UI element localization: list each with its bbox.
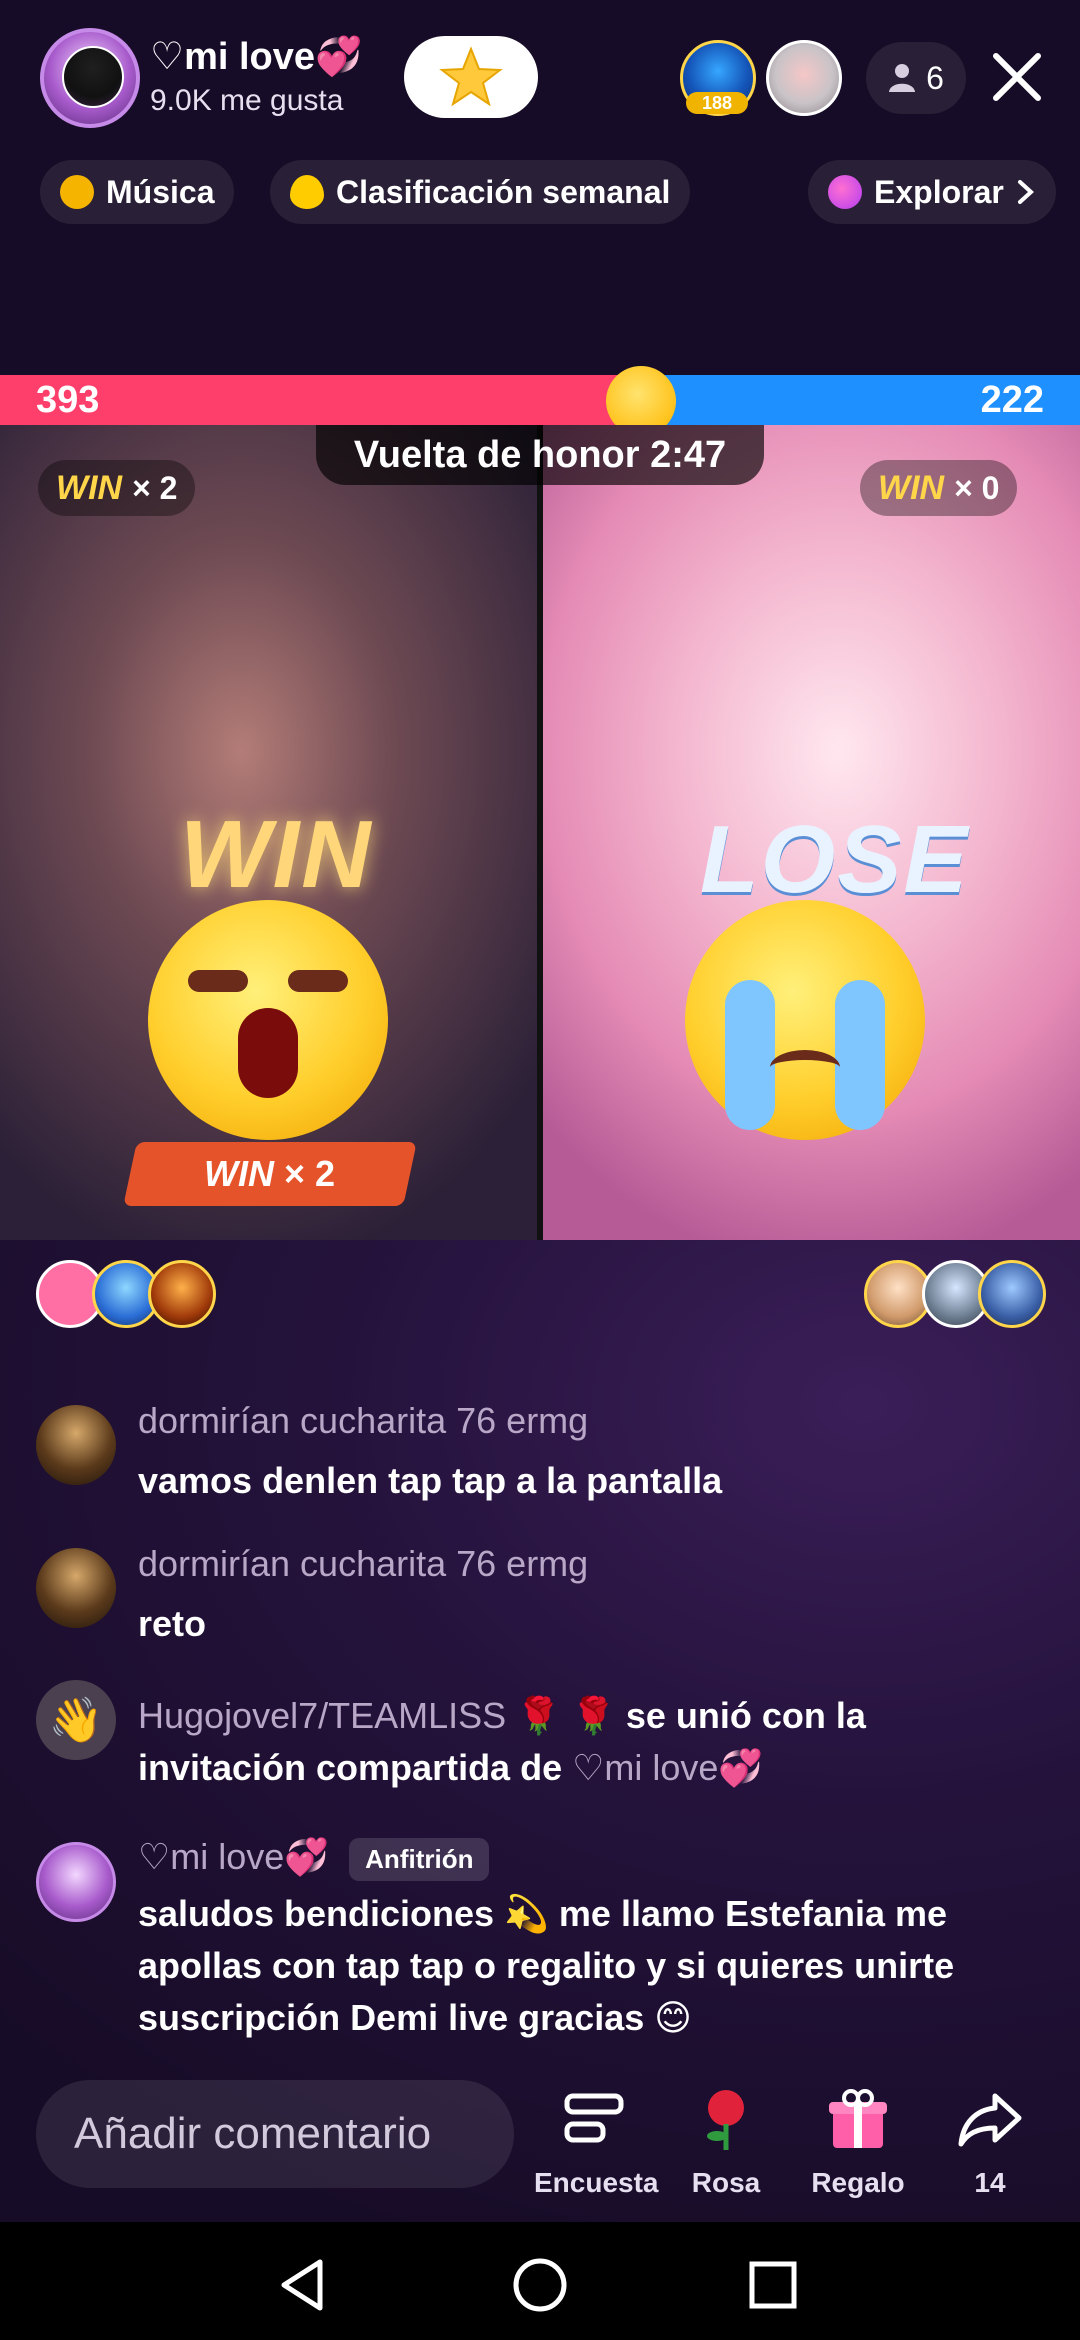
host-likes: 9.0K me gusta (150, 84, 344, 117)
chat-username[interactable]: dormirían cucharita 76 ermg (138, 1543, 588, 1585)
nav-home-button[interactable] (505, 2250, 575, 2320)
host-name[interactable]: ♡mi love💞 (150, 34, 362, 79)
rose-label: Rosa (691, 2167, 761, 2198)
music-pill[interactable]: Música (40, 160, 235, 224)
viewer-count: 6 (926, 59, 944, 96)
back-triangle-icon (281, 2259, 323, 2311)
poll-label: Encuesta (534, 2167, 659, 2198)
chat-avatar[interactable] (36, 1842, 116, 1922)
viewer-count-button[interactable]: 6 (866, 42, 966, 114)
right-win-counter: WIN × 0 (860, 460, 1018, 516)
nav-back-button[interactable] (272, 2250, 342, 2320)
win-streak-banner: WIN × 2 (123, 1142, 417, 1206)
gift-label: Regalo (811, 2167, 905, 2198)
chat-join-message: Hugojovel7/TEAMLISS 🌹 🌹 se unió con la i… (138, 1690, 1038, 1794)
chat-message: reto (138, 1603, 207, 1644)
top-viewer-avatar-2[interactable] (766, 40, 842, 116)
left-win-counter: WIN × 2 (38, 460, 196, 516)
surprised-emoji-icon (148, 900, 388, 1140)
star-icon (439, 46, 503, 107)
panel-divider (537, 425, 543, 1240)
explore-label: Explorar (874, 173, 1004, 210)
chat-avatar[interactable] (36, 1548, 116, 1628)
chat-username[interactable]: Hugojovel7/TEAMLISS 🌹 🌹 (138, 1695, 616, 1736)
right-supporter-avatar-3[interactable] (978, 1260, 1046, 1328)
chat-username[interactable]: dormirían cucharita 76 ermg (138, 1400, 588, 1442)
left-score: 393 (36, 379, 100, 421)
host-avatar[interactable] (40, 28, 140, 128)
follow-star-button[interactable] (404, 36, 538, 118)
chat-host-header: ♡mi love💞 Anfitrión (138, 1836, 490, 1881)
share-icon (958, 2093, 1022, 2147)
weekly-ranking-pill[interactable]: Clasificación semanal (270, 160, 691, 224)
chat-avatar[interactable] (36, 1405, 116, 1485)
rose-icon (707, 2090, 744, 2150)
chat-username[interactable]: ♡mi love💞 (138, 1836, 329, 1877)
right-win-count: × 0 (954, 469, 1000, 506)
music-icon (60, 175, 94, 209)
comment-input[interactable]: Añadir comentario (36, 2080, 514, 2188)
share-count: 14 (974, 2167, 1006, 2198)
home-circle-icon (513, 2258, 567, 2312)
close-icon (993, 53, 1041, 101)
crying-emoji-icon (685, 900, 925, 1140)
right-result-text: LOSE (700, 806, 970, 913)
planet-icon (828, 175, 862, 209)
recents-square-icon (749, 2261, 797, 2309)
gift-icon (829, 2089, 887, 2148)
win-streak-count: × 2 (284, 1153, 336, 1194)
chevron-right-icon (1017, 180, 1034, 204)
left-win-label: WIN (56, 468, 123, 507)
left-win-count: × 2 (132, 469, 178, 506)
music-label: Música (106, 173, 215, 210)
left-supporter-avatar-3[interactable] (148, 1260, 216, 1328)
chat-message: vamos denlen tap tap a la pantalla (138, 1460, 723, 1501)
poll-icon (564, 2093, 624, 2143)
flame-icon (290, 175, 324, 209)
poll-button[interactable]: Encuesta (534, 2084, 659, 2199)
nav-recents-button[interactable] (738, 2250, 808, 2320)
share-button[interactable]: 14 (930, 2084, 1050, 2199)
right-score: 222 (980, 379, 1044, 421)
win-streak-label: WIN (204, 1153, 275, 1194)
right-win-label: WIN (878, 468, 945, 507)
person-icon (889, 64, 916, 92)
left-result-text: WIN (180, 801, 373, 908)
ranking-label: Clasificación semanal (336, 173, 671, 210)
gift-button[interactable]: Regalo (798, 2084, 918, 2199)
host-badge: Anfitrión (349, 1837, 490, 1881)
chat-host-mention[interactable]: ♡mi love💞 (572, 1747, 763, 1788)
explore-pill[interactable]: Explorar (808, 160, 1056, 224)
viewer-badge: 188 (686, 92, 748, 114)
wave-hand-icon: 👋 (36, 1680, 116, 1760)
rose-button[interactable]: Rosa (666, 2084, 786, 2199)
chat-message: saludos bendiciones 💫 me llamo Estefania… (138, 1893, 955, 2038)
battle-timer: Vuelta de honor 2:47 (316, 425, 764, 485)
close-button[interactable] (986, 46, 1048, 108)
